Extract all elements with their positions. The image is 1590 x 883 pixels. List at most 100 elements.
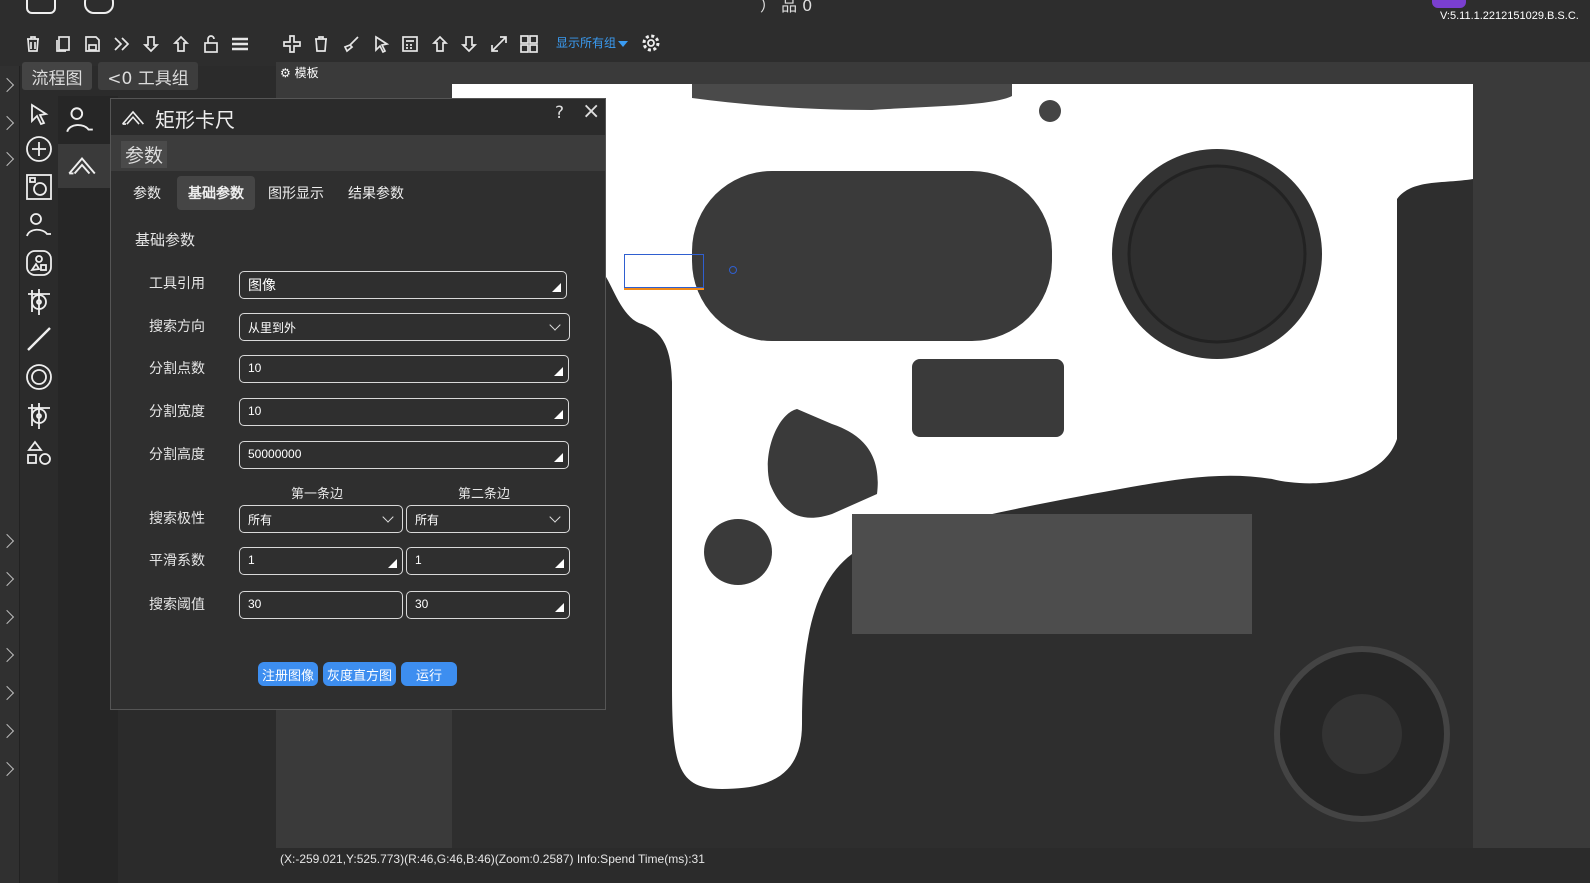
user-position-icon[interactable] <box>24 210 54 240</box>
dialog-subtitle: 参数 <box>121 141 168 168</box>
settings-gear-icon[interactable] <box>640 32 662 54</box>
move-up-icon[interactable] <box>170 33 192 55</box>
group-select[interactable]: 显示所有组 <box>556 34 629 51</box>
histogram-button[interactable]: 灰度直方图 <box>323 662 396 686</box>
expand-arrow-icon[interactable] <box>0 723 15 739</box>
image-source-icon[interactable] <box>24 172 54 202</box>
threshold-label: 搜索阈值 <box>149 597 205 613</box>
rotate-handle-icon[interactable] <box>729 266 737 274</box>
resize-icon[interactable] <box>488 33 510 55</box>
help-button[interactable]: ? <box>555 103 564 123</box>
tab-params[interactable]: 参数 <box>121 176 173 210</box>
tool-ref-field[interactable]: 图像 <box>239 271 567 299</box>
move-down-icon[interactable] <box>140 33 162 55</box>
calculator-icon[interactable] <box>399 33 421 55</box>
search-dir-label: 搜索方向 <box>149 319 205 335</box>
edge2-header: 第二条边 <box>458 487 511 502</box>
user-tool-icon[interactable] <box>64 104 100 140</box>
target-crosshair-icon[interactable] <box>24 286 54 316</box>
resize-corner-icon <box>555 559 564 568</box>
polarity-edge2-select[interactable]: 所有 <box>406 505 570 533</box>
trash-icon[interactable] <box>310 33 332 55</box>
unlock-icon[interactable] <box>200 33 222 55</box>
split-points-value: 10 <box>248 361 262 375</box>
tab-flowchart[interactable]: 流程图 <box>22 62 92 90</box>
threshold-edge2-input[interactable]: 30 <box>406 591 570 619</box>
status-bar: (X:-259.021,Y:525.773)(R:46,G:46,B:46)(Z… <box>276 848 1590 883</box>
split-points-input[interactable]: 10 <box>239 355 569 383</box>
delete-icon[interactable] <box>22 33 44 55</box>
chevron-down-icon <box>382 511 394 523</box>
expand-arrow-icon[interactable] <box>0 685 15 701</box>
expand-arrow-icon[interactable] <box>0 647 15 663</box>
pointer-icon[interactable] <box>370 33 392 55</box>
arrow-up-icon[interactable] <box>429 33 451 55</box>
threshold-edge2-value: 30 <box>415 597 429 611</box>
group-select-label: 显示所有组 <box>556 36 617 50</box>
smooth-edge2-input[interactable]: 1 <box>406 547 570 575</box>
tab-tool-group[interactable]: <0 工具组 <box>98 62 198 90</box>
shapes-icon[interactable] <box>24 438 54 468</box>
dialog-title: 矩形卡尺 <box>155 108 235 132</box>
top-title-fragment: ） 品 0 <box>760 0 813 15</box>
refresh-icon[interactable] <box>84 0 114 14</box>
caliper-tool-item[interactable] <box>58 144 118 188</box>
run-all-icon[interactable] <box>111 33 133 55</box>
expand-arrow-icon[interactable] <box>0 533 15 549</box>
run-button[interactable]: 运行 <box>401 662 457 686</box>
caliper-dialog: 矩形卡尺 ? × 参数 参数 基础参数 图形显示 结果参数 基础参数 工具引用 … <box>110 98 606 710</box>
blob-icon[interactable] <box>24 248 54 278</box>
line-tool-icon[interactable] <box>24 324 54 354</box>
split-width-value: 10 <box>248 404 262 418</box>
split-width-input[interactable]: 10 <box>239 398 569 426</box>
tool-ref-label: 工具引用 <box>149 276 205 292</box>
select-pointer-icon[interactable] <box>24 100 54 130</box>
dialog-subheader: 参数 <box>111 135 605 171</box>
menu-icon[interactable] <box>229 33 251 55</box>
expand-arrow-icon[interactable] <box>0 115 15 131</box>
split-height-input[interactable]: 50000000 <box>239 441 569 469</box>
expand-arrow-icon[interactable] <box>0 151 15 167</box>
resize-corner-icon <box>555 603 564 612</box>
threshold-edge1-input[interactable]: 30 <box>239 591 403 619</box>
section-heading: 基础参数 <box>135 231 196 249</box>
search-dir-value: 从里到外 <box>248 321 297 335</box>
grid-icon[interactable] <box>518 33 540 55</box>
polarity-edge1-select[interactable]: 所有 <box>239 505 403 533</box>
close-button[interactable]: × <box>582 99 600 124</box>
circle-tool-icon[interactable] <box>24 362 54 392</box>
expand-arrow-icon[interactable] <box>0 77 15 93</box>
copy-icon[interactable] <box>52 33 74 55</box>
template-text: 模板 <box>294 66 319 80</box>
logo-icon <box>1432 0 1466 8</box>
crosshair-measure-icon[interactable] <box>24 400 54 430</box>
polarity-edge2-value: 所有 <box>415 513 440 527</box>
brush-icon[interactable] <box>340 33 362 55</box>
pause-icon[interactable] <box>26 0 56 14</box>
tab-basic-params[interactable]: 基础参数 <box>177 176 255 210</box>
save-icon[interactable] <box>81 33 103 55</box>
add-icon[interactable] <box>281 33 303 55</box>
search-dir-select[interactable]: 从里到外 <box>239 313 570 341</box>
gear-small-icon: ⚙ <box>280 66 291 80</box>
arrow-down-icon[interactable] <box>458 33 480 55</box>
add-circle-icon[interactable] <box>24 134 54 164</box>
smooth-edge1-input[interactable]: 1 <box>239 547 403 575</box>
chevron-down-icon <box>549 511 561 523</box>
expand-arrow-icon[interactable] <box>0 571 15 587</box>
resize-corner-icon <box>554 453 563 462</box>
tab-graphics[interactable]: 图形显示 <box>259 176 333 210</box>
split-points-label: 分割点数 <box>149 361 205 377</box>
register-image-button[interactable]: 注册图像 <box>258 662 318 686</box>
tab-results[interactable]: 结果参数 <box>337 176 415 210</box>
expand-arrow-icon[interactable] <box>0 609 15 625</box>
polarity-label: 搜索极性 <box>149 511 205 527</box>
caliper-roi-box[interactable] <box>624 254 704 288</box>
smooth-edge1-value: 1 <box>248 553 255 567</box>
expand-arrow-icon[interactable] <box>0 761 15 777</box>
main-toolbar <box>22 30 547 58</box>
dialog-title-bar[interactable]: 矩形卡尺 ? × <box>111 99 605 135</box>
caliper-icon <box>119 105 147 129</box>
resize-corner-icon <box>554 367 563 376</box>
resize-corner-icon <box>554 410 563 419</box>
